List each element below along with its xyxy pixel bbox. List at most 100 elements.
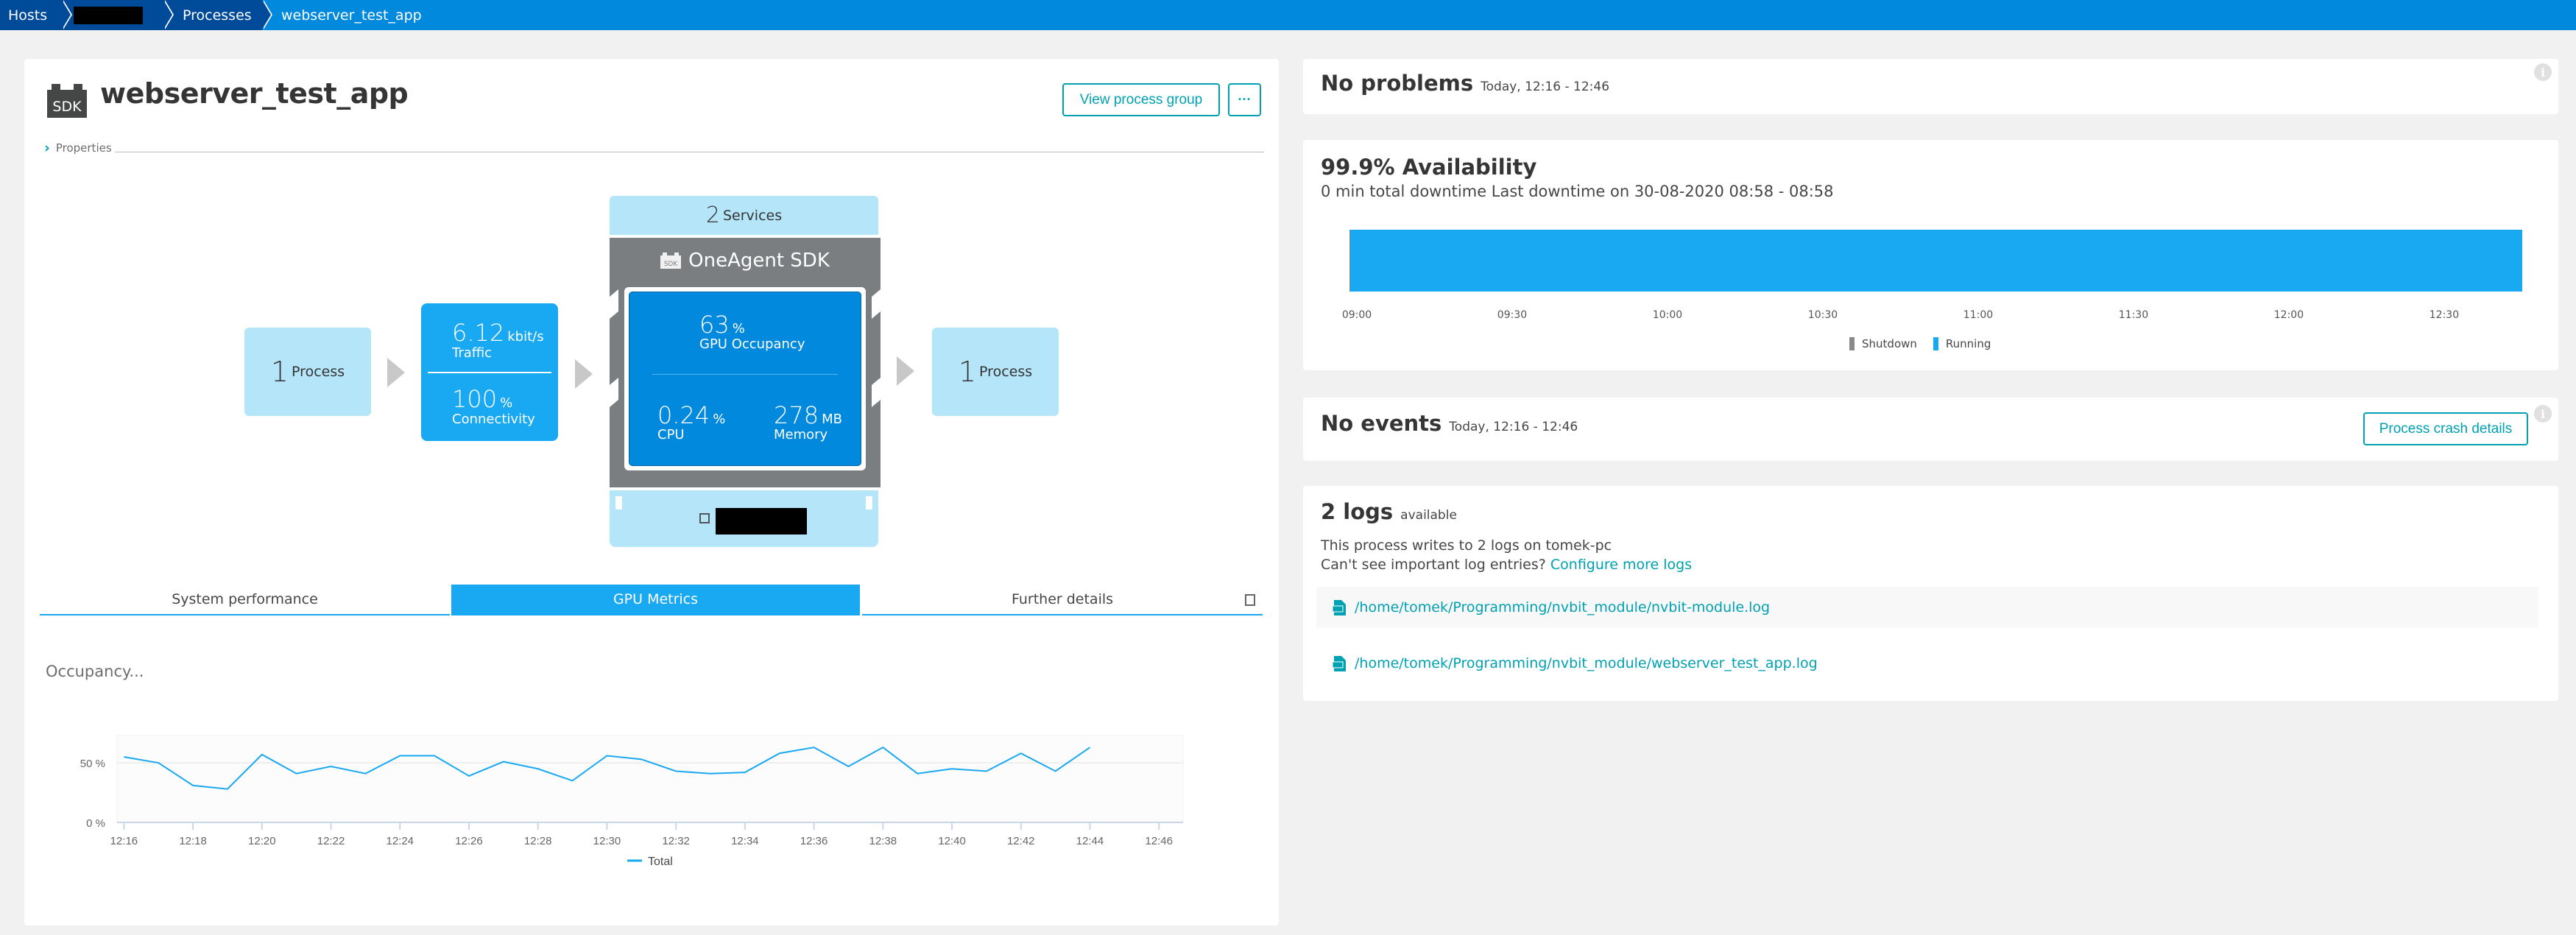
frame-notch xyxy=(872,377,881,408)
frame-notch xyxy=(610,289,618,320)
events-card: No events Today, 12:16 - 12:46 Process cr… xyxy=(1303,398,2558,461)
technology-frame[interactable]: SDK OneAgent SDK 63% GPU Occupancy 0.24%… xyxy=(610,238,881,487)
divider xyxy=(428,372,551,373)
availability-x-tick-label: 11:00 xyxy=(1963,309,1994,321)
legend-swatch-shutdown xyxy=(1849,337,1855,350)
process-crash-details-button[interactable]: Process crash details xyxy=(2363,412,2528,445)
metrics-panel: 63% GPU Occupancy 0.24% CPU 278 MB Memory xyxy=(624,287,866,470)
availability-running-bar[interactable] xyxy=(1349,230,2522,292)
flow-arrow-icon xyxy=(387,358,405,387)
chart-title: Occupancy... xyxy=(46,663,144,680)
services-count: 2 xyxy=(705,202,720,228)
availability-title: 99.9% Availability xyxy=(1321,155,1537,180)
tab-further-details[interactable]: Further details xyxy=(862,585,1263,615)
log-file-icon xyxy=(1333,655,1346,671)
peg-decoration xyxy=(866,496,872,509)
sdk-icon: SDK xyxy=(660,253,682,269)
availability-x-tick-label: 09:00 xyxy=(1341,309,1372,321)
logs-description: This process writes to 2 logs on tomek-p… xyxy=(1321,537,1612,554)
redacted-block xyxy=(74,6,143,24)
availability-x-tick-label: 09:30 xyxy=(1497,309,1528,321)
configure-more-logs-link[interactable]: Configure more logs xyxy=(1550,557,1692,573)
memory-unit: MB xyxy=(822,412,842,427)
incoming-process-count: 1 xyxy=(270,356,289,388)
svg-text:SDK: SDK xyxy=(664,261,679,268)
flow-arrow-icon xyxy=(575,359,593,389)
cpu-label: CPU xyxy=(657,427,685,442)
divider xyxy=(652,374,838,375)
tab-label: System performance xyxy=(172,591,318,607)
breadcrumb-label: webserver_test_app xyxy=(281,7,422,24)
tab-label: Further details xyxy=(1011,591,1114,607)
problems-range: Today, 12:16 - 12:46 xyxy=(1481,80,1610,94)
cpu-unit: % xyxy=(713,412,726,427)
technology-name: OneAgent SDK xyxy=(688,250,830,272)
availability-x-tick-label: 12:00 xyxy=(2273,309,2304,321)
events-title: No events Today, 12:16 - 12:46 xyxy=(1321,411,1578,436)
connectivity-unit: % xyxy=(500,395,513,411)
gpu-occupancy-value: 63 xyxy=(699,311,730,339)
frame-notch xyxy=(872,289,881,320)
logs-suffix: available xyxy=(1400,508,1457,523)
log-file-row[interactable]: /home/tomek/Programming/nvbit_module/nvb… xyxy=(1316,587,2538,628)
page-title: webserver_test_app xyxy=(100,77,409,110)
problems-title: No problems Today, 12:16 - 12:46 xyxy=(1321,71,1610,96)
flow-arrow-icon xyxy=(897,356,914,386)
events-range: Today, 12:16 - 12:46 xyxy=(1449,420,1578,434)
outgoing-process-label: Process xyxy=(979,364,1033,380)
svg-text:SDK: SDK xyxy=(52,99,82,115)
frame-notch xyxy=(610,377,618,408)
incoming-process-label: Process xyxy=(292,364,345,380)
tab-label: GPU Metrics xyxy=(613,591,699,607)
technology-header: SDK OneAgent SDK xyxy=(610,250,881,272)
breadcrumb-label: Hosts xyxy=(8,7,48,24)
external-link-icon[interactable] xyxy=(699,513,710,523)
host-box[interactable] xyxy=(610,490,878,547)
legend-swatch-running xyxy=(1933,337,1938,350)
problems-card: No problems Today, 12:16 - 12:46 i xyxy=(1303,59,2558,114)
traffic-label: Traffic xyxy=(452,345,493,361)
services-label: Services xyxy=(722,207,783,224)
logs-configure-line: Can't see important log entries? Configu… xyxy=(1321,557,1692,573)
outgoing-process-box[interactable]: 1 Process xyxy=(932,328,1059,416)
breadcrumb-hosts[interactable]: Hosts xyxy=(0,0,72,30)
memory-label: Memory xyxy=(774,427,828,442)
log-file-link[interactable]: /home/tomek/Programming/nvbit_module/web… xyxy=(1355,655,1818,671)
more-actions-button[interactable]: ··· xyxy=(1228,83,1261,116)
logs-question: Can't see important log entries? xyxy=(1321,557,1546,573)
breadcrumb: Hosts Processes webserver_test_app xyxy=(0,0,2576,30)
availability-subtitle: 0 min total downtime Last downtime on 30… xyxy=(1321,183,1834,200)
tab-gpu-metrics[interactable]: GPU Metrics xyxy=(451,585,860,615)
chevron-right-icon: › xyxy=(44,140,50,156)
log-file-link[interactable]: /home/tomek/Programming/nvbit_module/nvb… xyxy=(1355,599,1770,615)
info-icon[interactable]: i xyxy=(2534,63,2552,81)
sdk-icon: SDK xyxy=(47,84,87,118)
legend-label-shutdown: Shutdown xyxy=(1862,337,1917,350)
gpu-occupancy-unit: % xyxy=(732,321,745,336)
properties-toggle[interactable]: › Properties xyxy=(44,140,1264,156)
external-link-icon[interactable] xyxy=(1245,594,1255,606)
incoming-process-box[interactable]: 1 Process xyxy=(244,328,371,416)
tab-system-performance[interactable]: System performance xyxy=(40,585,450,615)
log-file-row[interactable]: /home/tomek/Programming/nvbit_module/web… xyxy=(1316,643,2538,684)
breadcrumb-host-redacted[interactable] xyxy=(62,0,174,30)
traffic-value: 6.12 xyxy=(452,319,505,347)
traffic-connectivity-box[interactable]: 6.12 kbit/s Traffic 100% Connectivity xyxy=(421,303,558,441)
logs-title: 2 logs available xyxy=(1321,499,1457,524)
breadcrumb-current: webserver_test_app xyxy=(262,0,442,30)
view-process-group-button[interactable]: View process group xyxy=(1062,83,1220,116)
connectivity-label: Connectivity xyxy=(452,412,535,427)
connectivity-value: 100 xyxy=(452,385,498,413)
breadcrumb-processes[interactable]: Processes xyxy=(163,0,272,30)
info-icon[interactable]: i xyxy=(2534,405,2552,423)
availability-legend: Shutdown Running xyxy=(1849,337,1991,350)
breadcrumb-label: Processes xyxy=(183,7,252,24)
availability-x-tick-label: 11:30 xyxy=(2118,309,2149,321)
availability-x-tick-label: 12:30 xyxy=(2429,309,2460,321)
memory-value: 278 xyxy=(774,401,819,429)
services-box[interactable]: 2 Services xyxy=(610,196,878,235)
redacted-host-name xyxy=(716,508,807,534)
log-file-icon xyxy=(1333,599,1346,615)
availability-card: 99.9% Availability 0 min total downtime … xyxy=(1303,140,2558,370)
legend-label-running: Running xyxy=(1945,337,1991,350)
